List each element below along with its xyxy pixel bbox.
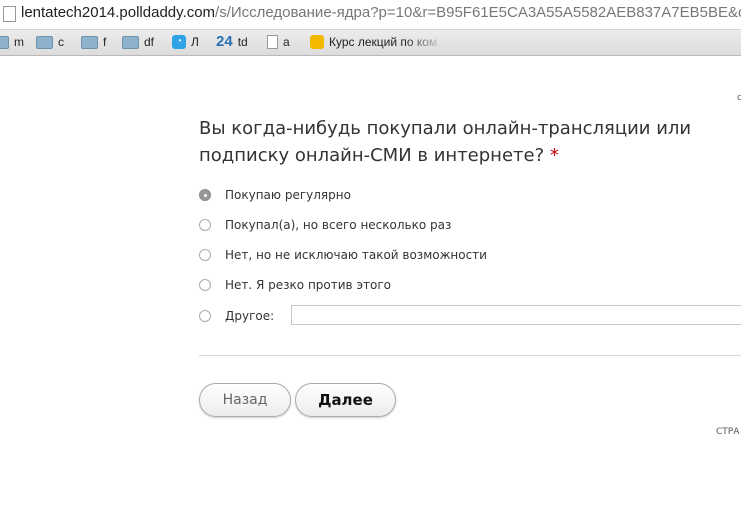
page-icon	[3, 6, 16, 22]
24-icon: 24	[216, 33, 233, 50]
radio-selected[interactable]	[199, 189, 211, 201]
bookmark-f[interactable]: f	[81, 35, 106, 49]
question-title: Вы когда-нибудь покупали онлайн-трансляц…	[199, 118, 692, 166]
page-indicator: СТРА	[716, 427, 740, 437]
back-button[interactable]: Назад	[199, 383, 291, 417]
next-button[interactable]: Далее	[295, 383, 396, 417]
document-icon	[267, 35, 278, 49]
option-other[interactable]: Другое:	[199, 309, 274, 323]
divider	[199, 355, 741, 356]
folder-icon	[122, 35, 139, 49]
bookmark-td[interactable]: 24 td	[216, 33, 248, 50]
bookmark-a[interactable]: a	[267, 35, 290, 49]
bookmarks-bar: m c f df ◔ Л 24 td a Курс лекций по ком	[0, 30, 741, 56]
radio[interactable]	[199, 219, 211, 231]
other-input[interactable]	[291, 305, 741, 325]
bookmark-l[interactable]: ◔ Л	[172, 35, 199, 49]
folder-icon	[81, 35, 98, 49]
bookmark-df[interactable]: df	[122, 35, 154, 49]
bookmark-c[interactable]: c	[36, 35, 64, 49]
top-right-text: с	[737, 93, 741, 103]
radio[interactable]	[199, 310, 211, 322]
option-not-excluded[interactable]: Нет, но не исключаю такой возможности	[199, 248, 487, 262]
address-bar[interactable]: lentatech2014.polldaddy.com/s/Исследован…	[0, 0, 741, 30]
bookmark-m[interactable]: m	[0, 35, 24, 49]
folder-icon	[0, 35, 9, 49]
radio[interactable]	[199, 279, 211, 291]
bookmark-course[interactable]: Курс лекций по ком	[310, 35, 445, 49]
blue-app-icon: ◔	[172, 35, 186, 49]
option-strongly-against[interactable]: Нет. Я резко против этого	[199, 278, 391, 292]
option-buy-regularly[interactable]: Покупаю регулярно	[199, 188, 351, 202]
yellow-app-icon	[310, 35, 324, 49]
radio[interactable]	[199, 249, 211, 261]
option-bought-few-times[interactable]: Покупал(а), но всего несколько раз	[199, 218, 451, 232]
folder-icon	[36, 35, 53, 49]
url-text[interactable]: lentatech2014.polldaddy.com/s/Исследован…	[21, 4, 741, 21]
required-mark: *	[549, 145, 559, 166]
